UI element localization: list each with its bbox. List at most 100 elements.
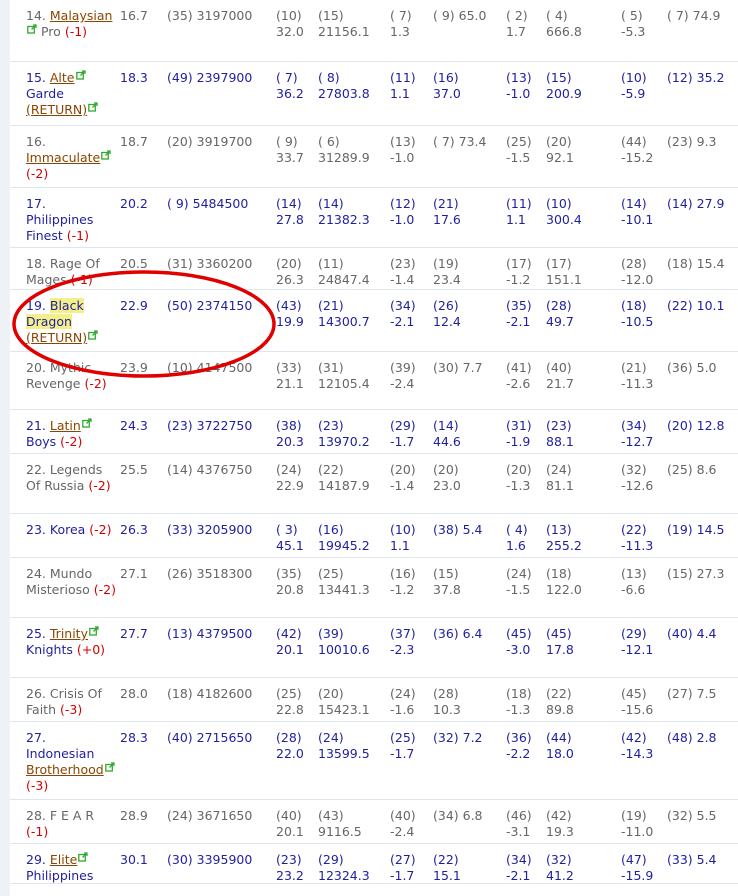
stat-line: ( 9) 65.0 xyxy=(433,8,487,23)
stat-line: 17.6 xyxy=(433,212,461,227)
stat-c9: (32) -12.6 xyxy=(621,462,653,494)
stat-line: ( 7) xyxy=(276,70,298,85)
stat-c8: (40) 21.7 xyxy=(546,360,574,392)
stat-c3: (42) 20.1 xyxy=(276,626,304,658)
stat-c9: (22) -11.3 xyxy=(621,522,653,554)
stat-line: (36) 6.4 xyxy=(433,626,483,641)
stat-c2: (31) 3360200 xyxy=(167,256,252,272)
team-link[interactable]: Latin xyxy=(50,418,81,433)
stat-c4: (39) 10010.6 xyxy=(318,626,370,658)
stat-line xyxy=(433,824,483,840)
stat-c4: (15) 21156.1 xyxy=(318,8,370,40)
rank-change: (-2) xyxy=(84,376,107,391)
team-link[interactable]: Trinity xyxy=(50,626,88,641)
stat-c4: (24) 13599.5 xyxy=(318,730,370,762)
stat-c7: (11) 1.1 xyxy=(506,196,532,228)
stat-line: (20) xyxy=(390,462,416,477)
stat-line: (45) xyxy=(506,626,532,641)
stat-line: (16) xyxy=(390,566,416,581)
stat-line: (22) xyxy=(546,686,572,701)
external-link-icon[interactable] xyxy=(104,762,115,772)
stat-c5: (34) -2.1 xyxy=(390,298,416,330)
external-link-icon[interactable] xyxy=(27,24,37,34)
stat-line: 1.1 xyxy=(390,86,410,101)
stat-line: (33) 3205900 xyxy=(167,522,253,537)
stat-c6: (20) 23.0 xyxy=(433,462,461,494)
stat-line: 9116.5 xyxy=(318,824,362,839)
stat-line: (38) xyxy=(276,418,302,433)
stat-line: -2.6 xyxy=(506,376,531,391)
team-name-cell: 26. Crisis Of Faith (-3) xyxy=(26,686,116,718)
stat-line: 45.1 xyxy=(276,538,304,553)
stat-line: (25) xyxy=(506,134,532,149)
stat-c1: 27.1 xyxy=(120,566,148,582)
team-link[interactable]: Brotherhood xyxy=(26,762,104,777)
stat-line: ( 5) xyxy=(621,8,643,23)
stat-line: (33) 5.4 xyxy=(667,852,717,867)
stat-line: (11) xyxy=(318,256,344,271)
stat-c8: ( 4) 666.8 xyxy=(546,8,582,40)
external-link-icon[interactable] xyxy=(78,852,88,862)
external-link-icon[interactable] xyxy=(81,418,92,428)
stat-c9: (10) -5.9 xyxy=(621,70,647,102)
rank-change: (RETURN) xyxy=(26,102,88,117)
stat-line: (19) 14.5 xyxy=(667,522,725,537)
stat-line: ( 8) xyxy=(318,70,340,85)
stat-line: (20) xyxy=(506,462,532,477)
stat-c4: (25) 13441.3 xyxy=(318,566,370,598)
stat-c8: (13) 255.2 xyxy=(546,522,582,554)
stat-c4: (43) 9116.5 xyxy=(318,808,362,840)
team-name-cell: 25. Trinity Knights (+0) xyxy=(26,626,116,658)
stat-line: (43) xyxy=(276,298,302,313)
table-row: 28. F E A R (-1) 28.9 (24) 3671650 (40) 20.1… xyxy=(10,800,738,844)
team-link[interactable]: Immaculate xyxy=(26,150,100,165)
stat-line: (23) xyxy=(390,256,416,271)
stat-c4: ( 6) 31289.9 xyxy=(318,134,370,166)
rank-change: (-1) xyxy=(64,24,88,39)
stat-line: -15.2 xyxy=(621,150,654,165)
table-row: 25. Trinity Knights (+0) 27.7 (13) 4379500… xyxy=(10,618,738,678)
rank-number: 19. xyxy=(26,298,46,313)
external-link-icon[interactable] xyxy=(75,70,86,80)
team-link[interactable]: Elite xyxy=(50,852,77,867)
external-link-icon[interactable] xyxy=(88,330,98,340)
stat-line: 20.1 xyxy=(276,824,304,839)
rank-number: 20. xyxy=(26,360,46,375)
stat-line: (13) xyxy=(390,134,416,149)
stat-c5: (29) -1.7 xyxy=(390,418,416,450)
stat-line: ( 7) 74.9 xyxy=(667,8,721,23)
stat-line: -12.6 xyxy=(621,478,654,493)
external-link-icon[interactable] xyxy=(89,626,99,636)
stat-line: (24) 3671650 xyxy=(167,808,253,823)
stat-line: (22) xyxy=(621,522,647,537)
stat-line: 18.3 xyxy=(120,70,148,85)
stat-c2: (13) 4379500 xyxy=(167,626,252,642)
stat-c8: (20) 92.1 xyxy=(546,134,574,166)
stat-line: 1.3 xyxy=(390,24,410,39)
stat-line: (25) 8.6 xyxy=(667,462,717,477)
stat-line: 19945.2 xyxy=(318,538,370,553)
stat-line: 21.1 xyxy=(276,376,304,391)
stat-c10: (40) 4.4 xyxy=(667,626,717,642)
stat-c6: (22) 15.1 xyxy=(433,852,461,884)
rank-number: 17. xyxy=(26,196,46,211)
stat-c10: (27) 7.5 xyxy=(667,686,717,702)
left-gutter xyxy=(0,0,10,896)
stat-line: 36.2 xyxy=(276,86,304,101)
team-link[interactable]: Malaysian xyxy=(50,8,113,23)
stat-c10: (22) 10.1 xyxy=(667,298,724,314)
stat-line: (17) xyxy=(546,256,572,271)
stat-line: (32) xyxy=(621,462,647,477)
external-link-icon[interactable] xyxy=(101,150,111,160)
rank-change: (RETURN) xyxy=(26,330,88,345)
stat-line: -2.3 xyxy=(390,642,415,657)
stat-line: 14187.9 xyxy=(318,478,370,493)
rank-number: 25. xyxy=(26,626,46,641)
stat-line: (35) 3197000 xyxy=(167,8,253,23)
stat-line: (31) 3360200 xyxy=(167,256,253,271)
team-link[interactable]: Alte xyxy=(50,70,75,85)
stat-line: (27) 7.5 xyxy=(667,686,717,701)
stat-c10: (33) 5.4 xyxy=(667,852,717,868)
external-link-icon[interactable] xyxy=(88,102,98,112)
stat-line: (26) 3518300 xyxy=(167,566,253,581)
